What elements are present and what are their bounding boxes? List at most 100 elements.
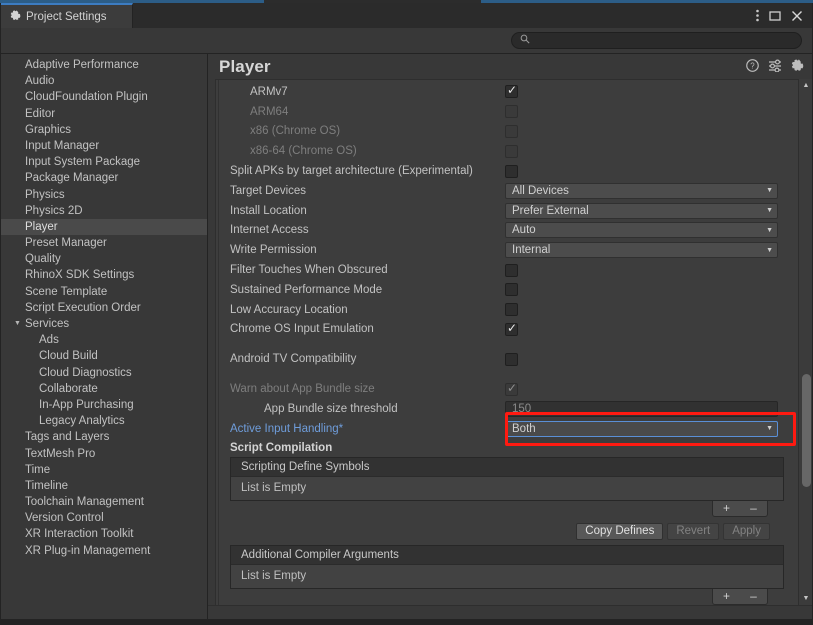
settings-sidebar[interactable]: Adaptive Performance Audio CloudFoundation… (1, 54, 208, 619)
list-header: Scripting Define Symbols (231, 457, 783, 477)
checkbox-armv7[interactable] (505, 84, 518, 99)
gear-icon[interactable] (791, 58, 804, 75)
sidebar-item-in-app-purchasing[interactable]: In-App Purchasing (1, 397, 207, 413)
sidebar-item-adaptive-performance[interactable]: Adaptive Performance (1, 57, 207, 73)
sidebar-item-label: Timeline (25, 479, 69, 492)
list-empty-message: List is Empty (231, 564, 783, 588)
list-additional-compiler-arguments: Additional Compiler Arguments List is Emp… (230, 544, 784, 589)
sidebar-item-tags-and-layers[interactable]: Tags and Layers (1, 429, 207, 445)
sidebar-item-quality[interactable]: Quality (1, 251, 207, 267)
sidebar-item-textmesh-pro[interactable]: TextMesh Pro (1, 446, 207, 462)
sidebar-item-cloudfoundation-plugin[interactable]: CloudFoundation Plugin (1, 89, 207, 105)
svg-text:?: ? (750, 61, 755, 70)
add-item-button[interactable]: + (713, 589, 740, 604)
sidebar-item-label: CloudFoundation Plugin (25, 91, 148, 104)
sidebar-item-rhinox-sdk-settings[interactable]: RhinoX SDK Settings (1, 267, 207, 283)
panel-header: Player ? (208, 54, 812, 79)
remove-item-button[interactable]: – (740, 501, 767, 516)
list-footer: + – (230, 500, 784, 517)
chevron-down-icon: ▼ (766, 187, 773, 195)
remove-item-button[interactable]: – (740, 589, 767, 604)
sidebar-item-package-manager[interactable]: Package Manager (1, 170, 207, 186)
setting-label: x86 (Chrome OS) (250, 125, 341, 138)
dropdown-target-devices[interactable]: All Devices ▼ (505, 182, 778, 199)
window-controls (756, 3, 812, 28)
sidebar-item-collaborate[interactable]: Collaborate (1, 381, 207, 397)
sidebar-item-cloud-diagnostics[interactable]: Cloud Diagnostics (1, 365, 207, 381)
checkbox-filter-touches-when-obscured[interactable] (505, 263, 518, 277)
setting-label: Filter Touches When Obscured (230, 264, 388, 277)
sidebar-item-ads[interactable]: Ads (1, 332, 207, 348)
setting-label: Target Devices (230, 184, 307, 197)
checkbox-low-accuracy-location[interactable] (505, 303, 518, 317)
sidebar-item-label: Graphics (25, 123, 72, 136)
sidebar-item-physics[interactable]: Physics (1, 187, 207, 203)
scroll-up-arrow[interactable]: ▲ (799, 79, 812, 92)
sidebar-item-time[interactable]: Time (1, 462, 207, 478)
sidebar-item-timeline[interactable]: Timeline (1, 478, 207, 494)
vertical-scrollbar[interactable]: ▲ ▼ (798, 79, 812, 605)
sidebar-item-label: RhinoX SDK Settings (25, 269, 135, 282)
setting-label: Android TV Compatibility (230, 353, 357, 366)
sidebar-item-scene-template[interactable]: Scene Template (1, 284, 207, 300)
tab-project-settings[interactable]: Project Settings (1, 3, 133, 28)
checkbox-split-apks-by-target-architecture-experimental[interactable] (505, 164, 518, 178)
setting-label: ARMv7 (250, 85, 288, 98)
scroll-down-arrow[interactable]: ▼ (799, 592, 812, 605)
sidebar-item-label: Version Control (25, 512, 104, 525)
chevron-down-icon: ▼ (766, 425, 773, 433)
chevron-down-icon[interactable]: ▼ (14, 316, 21, 332)
checkbox-android-tv-compatibility[interactable] (505, 352, 518, 366)
setting-row-android-tv-compatibility: Android TV Compatibility (216, 349, 798, 369)
script-compilation-section: Script Compilation Scripting Define Symbo… (216, 439, 798, 605)
setting-row-chrome-os-input-emulation: Chrome OS Input Emulation (216, 320, 798, 340)
search-input[interactable] (535, 33, 793, 48)
sidebar-item-preset-manager[interactable]: Preset Manager (1, 235, 207, 251)
dropdown-value: All Devices (512, 184, 569, 197)
add-item-button[interactable]: + (713, 501, 740, 516)
sidebar-item-player[interactable]: Player (1, 218, 207, 236)
sidebar-item-input-system-package[interactable]: Input System Package (1, 154, 207, 170)
sidebar-item-services[interactable]: ▼ Services (1, 316, 207, 332)
sidebar-item-editor[interactable]: Editor (1, 106, 207, 122)
checkbox-sustained-performance-mode[interactable] (505, 283, 518, 297)
list-add-remove-buttons: + – (712, 588, 768, 605)
close-icon[interactable] (791, 10, 803, 22)
sidebar-item-audio[interactable]: Audio (1, 73, 207, 89)
copy-defines-button[interactable]: Copy Defines (576, 522, 664, 540)
sidebar-item-label: Package Manager (25, 172, 119, 185)
sidebar-item-physics-2d[interactable]: Physics 2D (1, 203, 207, 219)
sidebar-item-cloud-build[interactable]: Cloud Build (1, 348, 207, 364)
sidebar-item-script-execution-order[interactable]: Script Execution Order (1, 300, 207, 316)
panel-header-icons: ? (746, 58, 804, 75)
help-icon[interactable]: ? (746, 58, 759, 75)
sidebar-item-label: Cloud Diagnostics (39, 366, 132, 379)
dropdown-active-input-handling[interactable]: Both ▼ (505, 420, 778, 437)
apply-button: Apply (723, 522, 770, 540)
preset-icon[interactable] (768, 59, 782, 75)
maximize-icon[interactable] (769, 10, 781, 22)
setting-row-filter-touches-when-obscured: Filter Touches When Obscured (216, 260, 798, 280)
sidebar-item-label: Scene Template (25, 285, 108, 298)
sidebar-item-label: Input Manager (25, 139, 100, 152)
setting-label: x86-64 (Chrome OS) (250, 145, 357, 158)
setting-row-sustained-performance-mode: Sustained Performance Mode (216, 280, 798, 300)
scrollbar-thumb[interactable] (802, 374, 811, 487)
sidebar-item-xr-interaction-toolkit[interactable]: XR Interaction Toolkit (1, 526, 207, 542)
input-value: 150 (512, 402, 532, 415)
sidebar-item-input-manager[interactable]: Input Manager (1, 138, 207, 154)
sidebar-item-xr-plug-in-management[interactable]: XR Plug-in Management (1, 543, 207, 559)
search-box[interactable] (511, 32, 802, 49)
setting-row-x86-64-chrome-os: x86-64 (Chrome OS) (216, 141, 798, 161)
dropdown-install-location[interactable]: Prefer External ▼ (505, 202, 778, 219)
input-app-bundle-size-threshold[interactable]: 150 (505, 400, 778, 417)
dropdown-internet-access[interactable]: Auto ▼ (505, 222, 778, 239)
dropdown-write-permission[interactable]: Internal ▼ (505, 242, 778, 259)
overflow-menu-icon[interactable] (756, 9, 759, 22)
sidebar-item-version-control[interactable]: Version Control (1, 510, 207, 526)
sidebar-item-legacy-analytics[interactable]: Legacy Analytics (1, 413, 207, 429)
list-add-remove-buttons: + – (712, 500, 768, 517)
sidebar-item-toolchain-management[interactable]: Toolchain Management (1, 494, 207, 510)
checkbox-chrome-os-input-emulation[interactable] (505, 322, 518, 336)
sidebar-item-graphics[interactable]: Graphics (1, 122, 207, 138)
